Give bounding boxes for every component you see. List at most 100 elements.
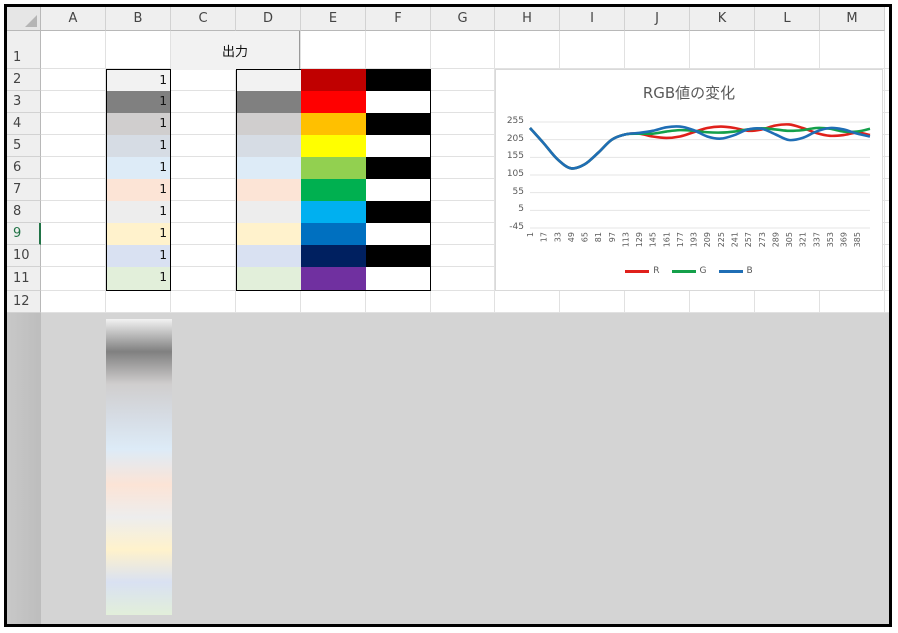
row-header-12[interactable]: 12 <box>7 291 41 313</box>
column-header-l[interactable]: L <box>755 7 820 31</box>
cell-e4[interactable] <box>301 113 366 135</box>
x-tick-label: 369 <box>840 232 849 247</box>
cell-d7[interactable] <box>236 179 301 201</box>
cell-d9[interactable] <box>236 223 301 245</box>
cell-b4[interactable]: 1 <box>106 113 171 135</box>
cell-e6[interactable] <box>301 157 366 179</box>
cell-f9[interactable] <box>366 223 431 245</box>
cell-f8[interactable] <box>366 201 431 223</box>
spreadsheet-window: ABCDEFGHIJKLM 1 2 3 4 5 6 7 8 9 10 11 12 出力 1111111… <box>4 4 892 627</box>
cell-f11[interactable] <box>366 267 431 291</box>
cell-b10[interactable]: 1 <box>106 245 171 267</box>
x-tick-label: 257 <box>744 232 753 247</box>
cell-f5[interactable] <box>366 135 431 157</box>
cell-e10[interactable] <box>301 245 366 267</box>
cell-d6[interactable] <box>236 157 301 179</box>
cell-f4[interactable] <box>366 113 431 135</box>
legend-swatch <box>671 269 696 273</box>
legend-item-g[interactable]: G <box>671 266 707 276</box>
legend-label: R <box>653 266 660 276</box>
cell-f3[interactable] <box>366 91 431 113</box>
x-tick-label: 177 <box>676 232 685 247</box>
x-tick-label: 145 <box>649 232 658 247</box>
x-tick-label: 17 <box>540 232 549 242</box>
x-tick-label: 49 <box>567 232 576 242</box>
x-tick-label: 65 <box>581 232 590 242</box>
x-tick-label: 321 <box>799 232 808 247</box>
x-tick-label: 209 <box>703 232 712 247</box>
cell-b2[interactable]: 1 <box>106 69 171 91</box>
x-tick-label: 385 <box>853 232 862 247</box>
row-header-11[interactable]: 11 <box>7 267 41 291</box>
cell-e9[interactable] <box>301 223 366 245</box>
column-header-k[interactable]: K <box>690 7 755 31</box>
x-tick-label: 113 <box>621 232 630 247</box>
column-header-d[interactable]: D <box>236 7 301 31</box>
cell-f6[interactable] <box>366 157 431 179</box>
row-header-5[interactable]: 5 <box>7 135 41 157</box>
cell-b7[interactable]: 1 <box>106 179 171 201</box>
column-header-m[interactable]: M <box>820 7 885 31</box>
cell-d2[interactable] <box>236 69 301 91</box>
cell-b6[interactable]: 1 <box>106 157 171 179</box>
column-header-j[interactable]: J <box>625 7 690 31</box>
row-header-3[interactable]: 3 <box>7 91 41 113</box>
row-header-2[interactable]: 2 <box>7 69 41 91</box>
legend-swatch <box>718 269 743 273</box>
column-header-g[interactable]: G <box>431 7 495 31</box>
row-header-10[interactable]: 10 <box>7 245 41 267</box>
cell-f2[interactable] <box>366 69 431 91</box>
cell-e7[interactable] <box>301 179 366 201</box>
column-header-f[interactable]: F <box>366 7 431 31</box>
legend-item-r[interactable]: R <box>625 266 660 276</box>
legend-label: G <box>699 266 707 276</box>
row-header-6[interactable]: 6 <box>7 157 41 179</box>
cell-e8[interactable] <box>301 201 366 223</box>
cell-e2[interactable] <box>301 69 366 91</box>
row-header-8[interactable]: 8 <box>7 201 41 223</box>
cell-e5[interactable] <box>301 135 366 157</box>
color-gradient-strip <box>106 319 172 615</box>
column-header-c[interactable]: C <box>171 7 236 31</box>
x-tick-label: 273 <box>758 232 767 247</box>
cell-b9[interactable]: 1 <box>106 223 171 245</box>
chart-plot-area: 1 17 33 49 65 81 97 113 129 145 161 177 193 209 225 241… <box>526 121 871 247</box>
cell-b3[interactable]: 1 <box>106 91 171 113</box>
cell-e3[interactable] <box>301 91 366 113</box>
cell-d4[interactable] <box>236 113 301 135</box>
column-header-e[interactable]: E <box>301 7 366 31</box>
x-tick-label: 161 <box>662 232 671 247</box>
row-header-4[interactable]: 4 <box>7 113 41 135</box>
output-header-cell[interactable]: 出力 <box>171 31 300 70</box>
column-header-i[interactable]: I <box>560 7 625 31</box>
column-header-h[interactable]: H <box>495 7 560 31</box>
legend-label: B <box>746 266 753 276</box>
cell-d8[interactable] <box>236 201 301 223</box>
row-header-gutter <box>7 313 41 624</box>
x-tick-label: 241 <box>731 232 740 247</box>
rgb-line-chart[interactable]: RGB値の変化 255 205 155 105 55 5 -45 1 17 33 49 65 81 97… <box>495 69 883 291</box>
cell-d10[interactable] <box>236 245 301 267</box>
select-all-corner[interactable] <box>7 7 41 31</box>
cell-d5[interactable] <box>236 135 301 157</box>
x-tick-label: 97 <box>608 232 617 242</box>
cell-f10[interactable] <box>366 245 431 267</box>
row-header-9[interactable]: 9 <box>7 223 41 245</box>
x-tick-label: 289 <box>771 232 780 247</box>
cell-d3[interactable] <box>236 91 301 113</box>
x-tick-label: 225 <box>717 232 726 247</box>
row-header-7[interactable]: 7 <box>7 179 41 201</box>
cell-d11[interactable] <box>236 267 301 291</box>
legend-item-b[interactable]: B <box>718 266 753 276</box>
column-header-a[interactable]: A <box>41 7 106 31</box>
legend-swatch <box>625 269 650 273</box>
cell-b8[interactable]: 1 <box>106 201 171 223</box>
cell-f7[interactable] <box>366 179 431 201</box>
chart-legend: RGB <box>496 266 882 276</box>
cell-b11[interactable]: 1 <box>106 267 171 291</box>
column-header-b[interactable]: B <box>106 7 171 31</box>
x-tick-label: 353 <box>826 232 835 247</box>
row-header-1[interactable]: 1 <box>7 31 41 69</box>
cell-b5[interactable]: 1 <box>106 135 171 157</box>
cell-e11[interactable] <box>301 267 366 291</box>
